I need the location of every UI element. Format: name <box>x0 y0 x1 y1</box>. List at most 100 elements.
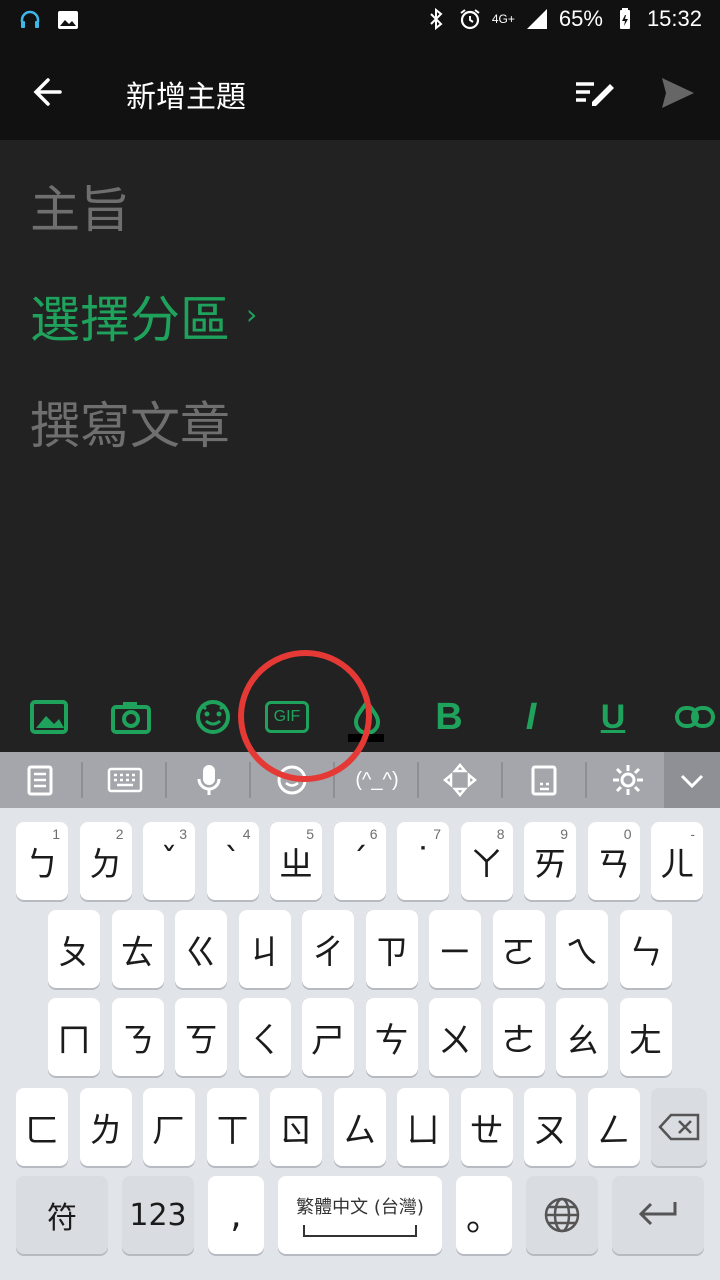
key-row1[interactable]: ㄚ8 <box>460 822 513 900</box>
key-char: ㄣ <box>628 932 663 973</box>
key-row2[interactable]: ㄛ <box>492 910 545 988</box>
separator <box>81 762 83 798</box>
key-row1[interactable]: ㄓ5 <box>270 822 322 900</box>
key-char: ㄛ <box>501 932 536 973</box>
enter-key[interactable] <box>612 1176 704 1254</box>
key-row1[interactable]: ㄦ- <box>651 822 703 900</box>
space-key[interactable]: 繁體中文 (台灣) <box>278 1176 442 1254</box>
keyboard-layout-button[interactable] <box>103 758 147 802</box>
hide-keyboard-button[interactable] <box>664 752 720 808</box>
numbers-key[interactable]: 123 <box>122 1176 194 1254</box>
camera-button[interactable] <box>108 694 154 740</box>
key-row2[interactable]: ㄗ <box>365 910 418 988</box>
key-char: ㄜ <box>501 1020 536 1061</box>
subject-field[interactable]: 主旨 <box>30 170 130 242</box>
symbols-key[interactable]: 符 <box>16 1176 108 1254</box>
keyboard-settings-button[interactable] <box>606 758 650 802</box>
insert-link-button[interactable] <box>672 694 718 740</box>
key-row1[interactable]: ㄅ1 <box>16 822 68 900</box>
backspace-key[interactable] <box>651 1088 707 1166</box>
key-row3[interactable]: ㄠ <box>556 998 608 1076</box>
key-char: ㄙ <box>342 1110 377 1151</box>
edit-mode-icon[interactable] <box>572 72 616 112</box>
key-row2[interactable]: ㄐ <box>238 910 291 988</box>
language-key[interactable] <box>526 1176 598 1254</box>
bopomofo-keyboard: ㄅ 1 ㄉ 2 ˇ 3 ˋ 4 ㄓ 5 ˊ 6 ˙ 7 ㄚ 8 ㄞ 9 ㄢ 0 ㄦ - ㄆㄊㄍㄐㄔㄗㄧㄛㄟㄣ ㄇㄋㄎㄑㄕㄘ… <box>0 808 720 1280</box>
key-char: ㄔ <box>311 932 345 973</box>
key-row1[interactable]: ˊ6 <box>333 822 386 900</box>
one-hand-keyboard-icon <box>531 765 557 796</box>
key-row3[interactable]: ㄑ <box>238 998 291 1076</box>
key-row4[interactable]: ㄝ <box>460 1088 513 1166</box>
key-char: ㄡ <box>533 1110 567 1151</box>
key-char: ㄊ <box>120 932 155 973</box>
key-hint: 3 <box>179 826 187 842</box>
key-char: ˊ <box>351 841 368 881</box>
key-row3[interactable]: ㄨ <box>429 998 481 1076</box>
voice-input-button[interactable] <box>187 758 231 802</box>
key-row3[interactable]: ㄇ <box>48 998 100 1076</box>
network-type: 4G+ <box>491 12 515 26</box>
key-row4[interactable]: ㄙ <box>333 1088 386 1166</box>
key-char: ㄆ <box>57 932 91 973</box>
key-hint: 2 <box>115 826 124 842</box>
page-title: 新增主題 <box>126 80 246 115</box>
key-char: ㄩ <box>406 1110 440 1151</box>
bold-button[interactable]: B <box>426 694 472 740</box>
key-row4[interactable]: ㄥ <box>587 1088 640 1166</box>
key-row3[interactable]: ㄜ <box>492 998 545 1076</box>
key-row4[interactable]: ㄈ <box>16 1088 68 1166</box>
separator <box>165 762 167 798</box>
key-row4[interactable]: ㄏ <box>143 1088 195 1166</box>
send-icon[interactable] <box>660 76 696 110</box>
one-handed-button[interactable] <box>522 758 566 802</box>
backspace-icon <box>658 1113 700 1141</box>
compose-field[interactable]: 撰寫文章 <box>30 386 230 458</box>
key-row3[interactable]: ㄤ <box>619 998 672 1076</box>
key-row1[interactable]: ㄞ9 <box>524 822 576 900</box>
clipboard-button[interactable] <box>18 758 62 802</box>
cursor-control-button[interactable] <box>438 758 482 802</box>
back-arrow-icon[interactable] <box>30 74 66 110</box>
key-row4[interactable]: ㄌ <box>79 1088 132 1166</box>
separator <box>249 762 251 798</box>
key-row2[interactable]: ㄟ <box>556 910 608 988</box>
space-label: 繁體中文 (台灣) <box>296 1197 424 1218</box>
key-row1[interactable]: ˋ4 <box>206 822 259 900</box>
kaomoji-button[interactable]: (^_^) <box>345 758 409 802</box>
key-row2[interactable]: ㄣ <box>619 910 672 988</box>
key-row4[interactable]: ㄒ <box>206 1088 259 1166</box>
key-row1[interactable]: ㄉ2 <box>79 822 132 900</box>
key-row1[interactable]: ㄢ0 <box>587 822 640 900</box>
key-row3[interactable]: ㄘ <box>365 998 418 1076</box>
key-char: ㄌ <box>88 1110 123 1151</box>
key-row3[interactable]: ㄎ <box>175 998 227 1076</box>
key-row4[interactable]: ㄖ <box>270 1088 322 1166</box>
enter-icon <box>638 1202 677 1226</box>
key-row2[interactable]: ㄆ <box>48 910 100 988</box>
gear-icon <box>613 765 643 795</box>
key-hint: 8 <box>496 826 505 842</box>
period-key[interactable]: 。 <box>456 1176 512 1254</box>
key-row2[interactable]: ㄊ <box>111 910 164 988</box>
key-row2[interactable]: ㄔ <box>302 910 354 988</box>
key-row4[interactable]: ㄡ <box>524 1088 576 1166</box>
key-char: ㄋ <box>120 1020 155 1061</box>
key-row2[interactable]: ㄧ <box>429 910 481 988</box>
key-row3[interactable]: ㄋ <box>111 998 164 1076</box>
key-char: ㄇ <box>57 1020 91 1061</box>
key-char: ㄑ <box>247 1020 282 1061</box>
key-row3[interactable]: ㄕ <box>302 998 354 1076</box>
sticker-button[interactable] <box>190 694 236 740</box>
select-section-button[interactable]: 選擇分區 › <box>30 280 257 352</box>
key-row1[interactable]: ˇ3 <box>143 822 195 900</box>
comma-key[interactable]: , <box>208 1176 264 1254</box>
chevron-right-icon: › <box>246 297 258 331</box>
italic-button[interactable]: I <box>508 694 554 740</box>
key-char: ˋ <box>224 841 241 881</box>
insert-image-button[interactable] <box>26 694 72 740</box>
key-row2[interactable]: ㄍ <box>175 910 227 988</box>
key-row4[interactable]: ㄩ <box>397 1088 449 1166</box>
underline-button[interactable]: U <box>590 694 636 740</box>
key-row1[interactable]: ˙ 7 <box>397 822 449 900</box>
